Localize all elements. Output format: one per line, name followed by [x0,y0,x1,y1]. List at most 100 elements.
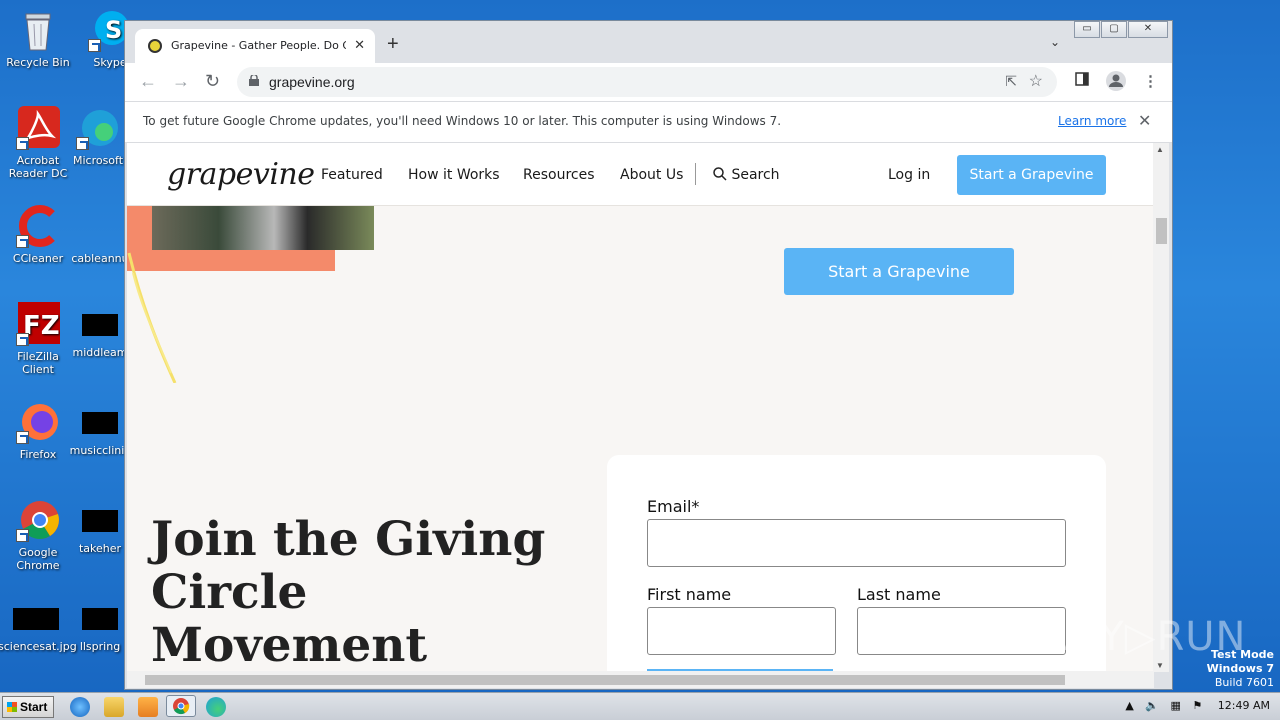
shortcut-arrow-icon [88,39,101,52]
update-infobar: To get future Google Chrome updates, you… [125,101,1172,143]
nav-search[interactable]: Search [713,167,780,183]
file-thumbnail-icon [82,510,118,532]
shortcut-arrow-icon [16,529,29,542]
scroll-down-arrow-icon[interactable]: ▼ [1156,661,1164,670]
share-icon[interactable]: ⇱ [1005,73,1017,90]
vertical-scrollbar[interactable]: ▲ ▼ [1153,143,1169,672]
volume-icon[interactable]: 🔈 [1145,699,1159,712]
tab-strip: Grapevine - Gather People. Do Good ✕ + ⌄… [125,21,1172,63]
nav-how-it-works[interactable]: How it Works [408,167,500,183]
minimize-button[interactable]: ▭ [1074,21,1100,38]
chrome-taskbar-icon[interactable] [166,695,196,717]
recycle-bin-icon [16,8,60,52]
search-icon [713,167,727,181]
forward-arrow-icon[interactable]: → [172,71,190,92]
learn-more-link[interactable]: Learn more [1058,114,1126,128]
decorative-streak [127,252,177,383]
desktop-icon-label: Recycle Bin [6,56,70,69]
reload-icon[interactable]: ↻ [205,71,220,92]
page-viewport: grapevine Featured How it Works Resource… [127,143,1154,672]
shortcut-arrow-icon [16,431,29,444]
file-thumbnail-icon [82,314,118,336]
desktop-icon-label: Acrobat Reader DC [8,154,68,180]
shortcut-arrow-icon [16,333,29,346]
email-field[interactable] [647,519,1066,567]
window-controls: ▭ ▢ ✕ [1073,21,1168,39]
start-button[interactable]: Start [2,696,54,718]
system-tray: ▲ 🔈 ▦ ⚑ 12:49 AM [1125,699,1270,712]
bookmark-star-icon[interactable]: ☆ [1029,71,1043,91]
filezilla-icon: FZ [16,302,60,346]
clock[interactable]: 12:49 AM [1218,699,1270,712]
file-icon [78,204,122,248]
site-header: grapevine Featured How it Works Resource… [127,143,1154,206]
profile-avatar-icon[interactable] [1105,70,1127,96]
desktop-icon-label: Microsoft [72,154,124,167]
close-window-button[interactable]: ✕ [1128,21,1168,38]
shortcut-arrow-icon [76,137,89,150]
edge-taskbar-icon[interactable] [206,697,226,717]
chrome-menu-icon[interactable]: ⋮ [1143,72,1158,90]
email-label: Email* [647,497,700,516]
desktop-icon-label: FileZilla Client [17,350,59,376]
tab-title: Grapevine - Gather People. Do Good [171,39,346,52]
internet-explorer-icon[interactable] [70,697,90,717]
watermark-line: Build 7601 [1214,676,1274,689]
ccleaner-icon [16,204,60,248]
nav-about-us[interactable]: About Us [620,167,683,183]
nav-featured[interactable]: Featured [321,167,383,183]
browser-tab[interactable]: Grapevine - Gather People. Do Good ✕ [135,29,375,63]
desktop-icon-label: cableannu [71,252,129,265]
chrome-icon [16,498,60,542]
shortcut-arrow-icon [16,235,29,248]
infobar-close-icon[interactable]: ✕ [1138,111,1151,131]
side-panel-icon[interactable] [1075,72,1089,90]
search-label: Search [731,167,780,183]
watermark-line: Test Mode [1211,648,1274,661]
desktop-icon-label: musicclinic [69,444,131,457]
browser-toolbar: ← → ↻ grapevine.org ⇱ ☆ ⋮ [125,63,1172,101]
network-icon[interactable]: ▦ [1171,699,1181,712]
media-player-icon[interactable] [138,697,158,717]
watermark-line: Windows 7 [1206,662,1274,675]
maximize-button[interactable]: ▢ [1101,21,1127,38]
back-arrow-icon[interactable]: ← [139,71,157,92]
file-thumbnail-icon [82,608,118,630]
start-grapevine-hero-button[interactable]: Start a Grapevine [784,248,1014,295]
desktop-icon-label: CCleaner [12,252,64,265]
login-link[interactable]: Log in [888,167,930,183]
edge-icon [76,106,120,150]
desktop-icon-label: Google Chrome [16,546,60,572]
desktop-icon-label: middleam [72,346,128,359]
new-tab-button[interactable]: + [387,33,399,56]
url-text: grapevine.org [269,74,355,90]
horizontal-scroll-thumb[interactable] [145,675,1065,685]
action-center-flag-icon[interactable]: ⚑ [1192,699,1202,712]
taskbar: Start ▲ 🔈 ▦ ⚑ 12:49 AM [0,692,1280,720]
first-name-field[interactable] [647,607,836,655]
vertical-scroll-thumb[interactable] [1156,218,1167,244]
firefox-icon [16,400,60,444]
acrobat-icon [16,106,60,150]
chrome-window: Grapevine - Gather People. Do Good ✕ + ⌄… [124,20,1173,690]
signup-form-card: Email* First name Last name [607,455,1106,672]
tray-expand-icon[interactable]: ▲ [1125,699,1133,712]
lock-icon [249,75,259,86]
file-explorer-icon[interactable] [104,697,124,717]
nav-resources[interactable]: Resources [523,167,595,183]
last-name-label: Last name [857,585,941,604]
address-bar[interactable]: grapevine.org ⇱ ☆ [237,67,1057,97]
tab-search-dropdown-icon[interactable]: ⌄ [1050,35,1060,49]
last-name-field[interactable] [857,607,1066,655]
tab-close-icon[interactable]: ✕ [354,37,365,53]
start-grapevine-header-button[interactable]: Start a Grapevine [957,155,1106,195]
desktop-icon-label: Firefox [19,448,57,461]
file-thumbnail-icon [13,608,59,630]
desktop-icon-recycle-bin[interactable]: Recycle Bin [0,8,76,69]
scroll-up-arrow-icon[interactable]: ▲ [1156,145,1164,154]
grapevine-logo[interactable]: grapevine [167,157,315,192]
desktop-icon-label: llspring [79,640,121,653]
infobar-message: To get future Google Chrome updates, you… [143,114,782,128]
horizontal-scrollbar[interactable] [127,671,1154,688]
test-mode-watermark: Test Mode Windows 7 Build 7601 [1207,648,1274,690]
